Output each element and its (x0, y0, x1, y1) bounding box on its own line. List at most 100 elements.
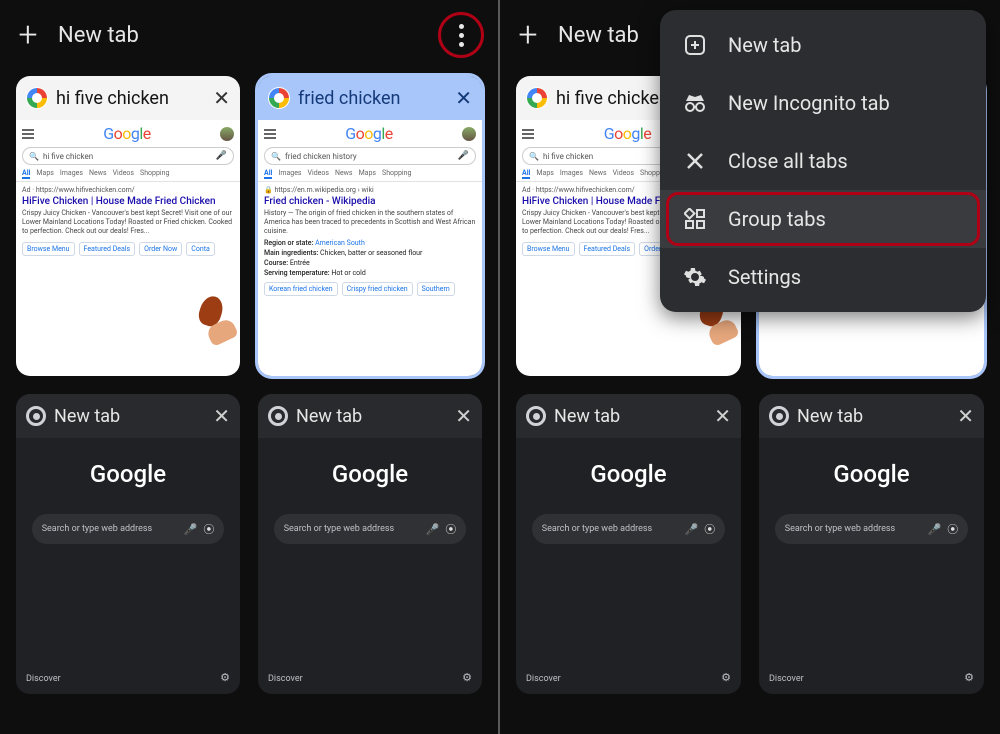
mic-icon: 🎤 (928, 523, 942, 536)
search-tabs: AllImagesVideosNewsMapsShopping (258, 169, 482, 182)
search-query: fried chicken history (285, 152, 357, 161)
tab-title: New tab (797, 406, 949, 427)
lens-icon: ⦿ (445, 521, 456, 537)
menu-item-group-tabs[interactable]: Group tabs (660, 190, 986, 248)
discover-label: Discover (526, 674, 561, 684)
tab-card[interactable]: New tab ✕ Google Search or type web addr… (258, 394, 482, 694)
tab-header: fried chicken ✕ (258, 76, 482, 120)
gear-icon: ⚙ (462, 671, 472, 684)
close-tab-icon[interactable]: ✕ (455, 86, 472, 110)
lens-icon: ⦿ (704, 521, 715, 537)
mic-icon: 🎤 (685, 523, 699, 536)
left-pane: + New tab hi five chicken ✕ Google 🔍 (0, 0, 500, 734)
google-logo: Google (90, 460, 166, 488)
tab-title: New tab (296, 406, 447, 427)
discover-label: Discover (268, 674, 303, 684)
tab-title: New tab (554, 406, 706, 427)
close-tab-icon[interactable]: ✕ (957, 404, 974, 428)
favicon-google-icon (268, 87, 290, 109)
tab-grid: hi five chicken ✕ Google 🔍 hi five chick… (14, 70, 484, 700)
close-icon (682, 148, 708, 174)
avatar-icon (462, 127, 476, 141)
close-tab-icon[interactable]: ✕ (714, 404, 731, 428)
toolbar-title[interactable]: New tab (58, 23, 422, 48)
favicon-chrome-icon (26, 406, 46, 426)
url-line: 🔒 https://en.m.wikipedia.org › wiki (258, 182, 482, 194)
new-tab-icon[interactable]: + (14, 21, 42, 49)
gear-icon (682, 264, 708, 290)
search-query: hi five chicken (43, 152, 93, 161)
search-bar: 🔍 hi five chicken 🎤 (22, 147, 234, 165)
tab-card[interactable]: fried chicken ✕ Google 🔍 fried chicken h… (258, 76, 482, 376)
close-tab-icon[interactable]: ✕ (213, 404, 230, 428)
result-snippet: Crispy Juicy Chicken - Vancouver's best … (16, 207, 240, 238)
toolbar: + New tab (14, 0, 484, 70)
tab-preview: Google Search or type web address 🎤 ⦿ Di… (258, 438, 482, 694)
tab-preview: Google Search or type web address 🎤 ⦿ Di… (16, 438, 240, 694)
ad-line: Ad · https://www.hifivechicken.com/ (16, 182, 240, 194)
google-logo: Google (332, 460, 408, 488)
tab-card[interactable]: New tab✕ Google Search or type web addre… (759, 394, 984, 694)
lens-icon: ⦿ (947, 521, 958, 537)
tab-header: hi five chicken ✕ (16, 76, 240, 120)
tab-preview: Google 🔍 hi five chicken 🎤 AllMapsImages… (16, 120, 240, 376)
tab-card[interactable]: New tab✕ Google Search or type web addre… (516, 394, 741, 694)
sitelinks: Korean fried chickenCrispy fried chicken… (258, 278, 482, 300)
discover-label: Discover (769, 674, 804, 684)
tab-title: fried chicken (298, 88, 447, 109)
close-tab-icon[interactable]: ✕ (213, 86, 230, 110)
overflow-menu: New tab New Incognito tab Close all tabs… (660, 10, 986, 312)
kv-row: Course: Entrée (258, 258, 482, 268)
placeholder: Search or type web address (284, 524, 394, 534)
kv-row: Serving temperature: Hot or cold (258, 268, 482, 278)
google-logo: Google (590, 460, 666, 488)
google-logo: Google (103, 124, 151, 143)
hamburger-icon (22, 129, 34, 139)
search-tabs: AllMapsImagesNewsVideosShopping (16, 169, 240, 182)
hamburger-icon (264, 129, 276, 139)
overflow-menu-button[interactable] (438, 12, 484, 58)
incognito-icon (682, 90, 708, 116)
hamburger-icon (522, 129, 534, 139)
search-bar: 🔍 fried chicken history 🎤 (264, 147, 476, 165)
sitelinks: Browse MenuFeatured DealsOrder NowConta (16, 238, 240, 260)
mic-icon: 🎤 (458, 151, 469, 161)
menu-item-label: New tab (728, 33, 802, 57)
address-bar: Search or type web address 🎤 ⦿ (32, 514, 225, 544)
favicon-google-icon (526, 87, 548, 109)
avatar-icon (220, 127, 234, 141)
result-image (190, 296, 236, 342)
placeholder: Search or type web address (42, 524, 152, 534)
menu-item-label: Settings (728, 265, 801, 289)
tab-header: New tab ✕ (16, 394, 240, 438)
tab-title: hi five chicken (56, 88, 205, 109)
tab-title: New tab (54, 406, 205, 427)
menu-item-close-all[interactable]: Close all tabs (660, 132, 986, 190)
mic-icon: 🎤 (184, 523, 198, 536)
menu-item-label: Group tabs (728, 207, 826, 231)
new-tab-icon[interactable]: + (514, 21, 542, 49)
google-logo: Google (345, 124, 393, 143)
tab-card[interactable]: hi five chicken ✕ Google 🔍 hi five chick… (16, 76, 240, 376)
mic-icon: 🎤 (426, 523, 440, 536)
close-tab-icon[interactable]: ✕ (455, 404, 472, 428)
menu-item-label: Close all tabs (728, 149, 848, 173)
more-vert-icon (459, 24, 464, 47)
menu-item-new-tab[interactable]: New tab (660, 16, 986, 74)
menu-item-label: New Incognito tab (728, 91, 890, 115)
tab-header: New tab ✕ (258, 394, 482, 438)
result-title: HiFive Chicken | House Made Fried Chicke… (16, 194, 240, 207)
grid-icon (682, 206, 708, 232)
favicon-chrome-icon (526, 406, 546, 426)
gear-icon: ⚙ (220, 671, 230, 684)
kv-row: Main ingredients: Chicken, batter or sea… (258, 248, 482, 258)
search-icon: 🔍 (271, 152, 281, 161)
tab-card[interactable]: New tab ✕ Google Search or type web addr… (16, 394, 240, 694)
gear-icon: ⚙ (721, 671, 731, 684)
menu-item-incognito[interactable]: New Incognito tab (660, 74, 986, 132)
right-pane: + New tab hi five chicken ✕ Google 🔍hi f… (500, 0, 1000, 734)
lens-icon: ⦿ (203, 521, 214, 537)
favicon-google-icon (26, 87, 48, 109)
menu-item-settings[interactable]: Settings (660, 248, 986, 306)
tab-preview: Google 🔍 fried chicken history 🎤 AllImag… (258, 120, 482, 376)
